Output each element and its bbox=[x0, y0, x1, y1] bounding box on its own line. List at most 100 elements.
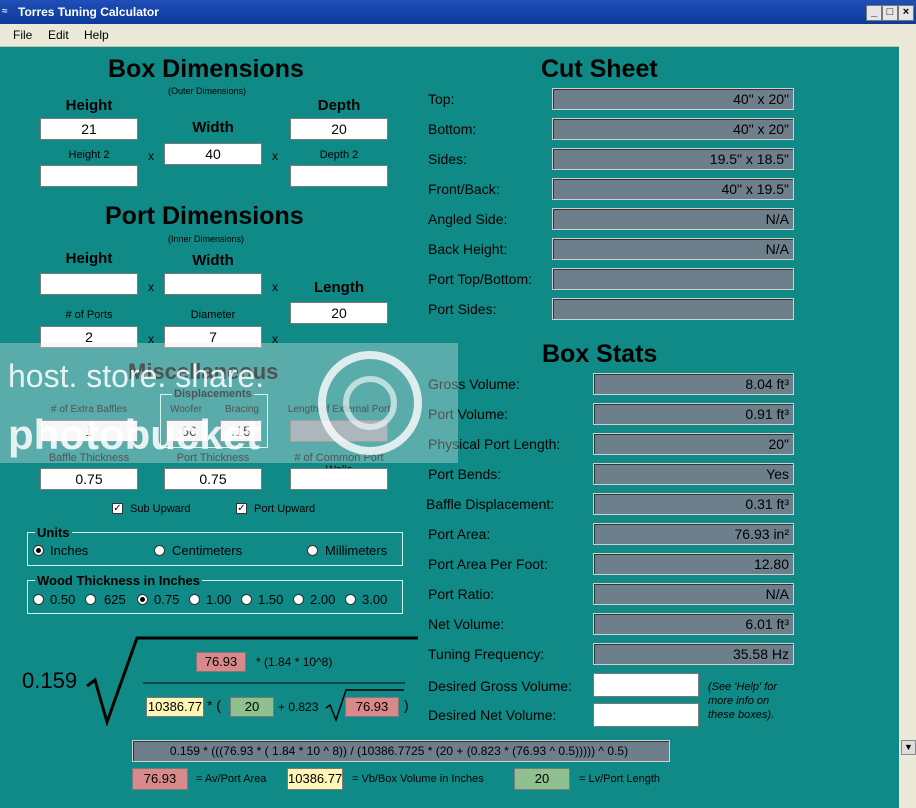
port-height-input[interactable] bbox=[40, 273, 138, 295]
cut-row-label: Bottom: bbox=[428, 121, 477, 137]
units-title: Units bbox=[35, 525, 72, 540]
box-width-input[interactable]: 40 bbox=[164, 143, 262, 165]
port-length-input[interactable]: 20 bbox=[290, 302, 388, 324]
box-depth2-input[interactable] bbox=[290, 165, 388, 187]
formula-expression-box: 0.159 * (((76.93 * ( 1.84 * 10 ^ 8)) / (… bbox=[132, 740, 670, 762]
port-width-input[interactable] bbox=[164, 273, 262, 295]
wood-100-radio[interactable] bbox=[189, 594, 200, 605]
port-dimensions-subtitle: (Inner Dimensions) bbox=[168, 234, 245, 244]
wood-050-radio[interactable] bbox=[33, 594, 44, 605]
cut-row-label: Top: bbox=[428, 91, 455, 107]
formula-av2-box: 76.93 bbox=[345, 697, 399, 717]
stat-row-value: 12.80 bbox=[593, 553, 794, 575]
wood-625-radio[interactable] bbox=[85, 594, 96, 605]
sub-upward-checkbox[interactable]: ✓ bbox=[112, 503, 123, 514]
menu-bar: File Edit Help bbox=[0, 24, 916, 47]
units-centimeters-label: Centimeters bbox=[172, 543, 243, 558]
maximize-button[interactable]: □ bbox=[882, 5, 898, 21]
stat-row-value: 20" bbox=[593, 433, 794, 455]
box-height-input[interactable]: 21 bbox=[40, 118, 138, 140]
close-button[interactable]: × bbox=[898, 5, 914, 21]
cut-row-value: 40" x 20" bbox=[552, 118, 794, 140]
legend-vb-box: 10386.77 bbox=[287, 768, 343, 790]
cut-row-value: 40" x 20" bbox=[552, 88, 794, 110]
cut-row-value: 19.5" x 18.5" bbox=[552, 148, 794, 170]
formula-star-paren: * ( bbox=[207, 697, 221, 713]
cut-row-label: Angled Side: bbox=[428, 211, 508, 227]
cut-sheet-title: Cut Sheet bbox=[541, 55, 658, 83]
common-port-walls-input[interactable] bbox=[290, 468, 388, 490]
wood-150-radio[interactable] bbox=[241, 594, 252, 605]
formula-av-box: 76.93 bbox=[196, 652, 246, 672]
times-sign: x bbox=[148, 280, 154, 294]
port-height-label: Height bbox=[65, 250, 113, 267]
times-sign: x bbox=[148, 149, 154, 163]
diameter-label: Diameter bbox=[190, 309, 236, 321]
formula-plus-coef: + 0.823 bbox=[278, 700, 319, 714]
wood-075-label: 0.75 bbox=[154, 592, 180, 607]
wood-150-label: 1.50 bbox=[258, 592, 284, 607]
formula-lv-box: 20 bbox=[230, 697, 274, 717]
stat-row-value: 0.91 ft³ bbox=[593, 403, 794, 425]
wood-300-radio[interactable] bbox=[345, 594, 356, 605]
port-upward-label: Port Upward bbox=[254, 503, 316, 515]
desired-net-input[interactable] bbox=[593, 703, 699, 727]
scroll-down-icon[interactable]: ▼ bbox=[901, 740, 916, 755]
wood-200-label: 2.00 bbox=[310, 592, 336, 607]
wood-300-label: 3.00 bbox=[362, 592, 388, 607]
ports-count-label: # of Ports bbox=[65, 309, 113, 321]
sub-upward-label: Sub Upward bbox=[130, 503, 191, 515]
stat-row-label: Port Bends: bbox=[428, 466, 502, 482]
cut-row-value: N/A bbox=[552, 208, 794, 230]
legend-vb-label: = Vb/Box Volume in Inches bbox=[352, 773, 484, 785]
box-height-label: Height bbox=[65, 97, 113, 114]
window-title: Torres Tuning Calculator bbox=[18, 5, 159, 19]
box-width-label: Width bbox=[192, 119, 234, 136]
cut-row-value: N/A bbox=[552, 238, 794, 260]
port-dimensions-title: Port Dimensions bbox=[105, 202, 304, 230]
watermark-brand: photobucket bbox=[8, 411, 260, 458]
cut-row-label: Back Height: bbox=[428, 241, 508, 257]
minimize-button[interactable]: _ bbox=[866, 5, 882, 21]
box-dimensions-title: Box Dimensions bbox=[108, 55, 304, 83]
legend-av-label: = Av/Port Area bbox=[196, 773, 267, 785]
stat-row-value: 0.31 ft³ bbox=[593, 493, 794, 515]
menu-edit[interactable]: Edit bbox=[48, 28, 69, 42]
formula-coefficient: 0.159 bbox=[22, 668, 78, 693]
stat-row-label: Net Volume: bbox=[428, 616, 505, 632]
port-width-label: Width bbox=[192, 252, 234, 269]
units-millimeters-radio[interactable] bbox=[307, 545, 318, 556]
units-inches-radio[interactable] bbox=[33, 545, 44, 556]
title-bar: ≈ Torres Tuning Calculator _ □ × bbox=[0, 0, 916, 24]
cut-row-label: Sides: bbox=[428, 151, 467, 167]
menu-file[interactable]: File bbox=[13, 28, 32, 42]
wood-050-label: 0.50 bbox=[50, 592, 76, 607]
formula-vb-box: 10386.77 bbox=[146, 697, 204, 717]
box-height2-input[interactable] bbox=[40, 165, 138, 187]
stat-row-value: Yes bbox=[593, 463, 794, 485]
help-note: (See 'Help' for more info on these boxes… bbox=[708, 681, 778, 721]
desired-gross-input[interactable] bbox=[593, 673, 699, 697]
port-upward-checkbox[interactable]: ✓ bbox=[236, 503, 247, 514]
stat-row-value: 76.93 in² bbox=[593, 523, 794, 545]
box-stats-title: Box Stats bbox=[542, 340, 658, 368]
wood-075-radio[interactable] bbox=[137, 594, 148, 605]
watermark-text: host. store. share. bbox=[8, 358, 265, 394]
box-depth-label: Depth bbox=[317, 97, 361, 114]
stat-row-value: 35.58 Hz bbox=[593, 643, 794, 665]
wood-200-radio[interactable] bbox=[293, 594, 304, 605]
formula-numerator-tail: * (1.84 * 10^8) bbox=[256, 655, 333, 669]
box-depth-input[interactable]: 20 bbox=[290, 118, 388, 140]
port-thickness-input[interactable]: 0.75 bbox=[164, 468, 262, 490]
formula-close-paren: ) bbox=[404, 697, 409, 713]
units-centimeters-radio[interactable] bbox=[154, 545, 165, 556]
app-icon: ≈ bbox=[2, 6, 8, 17]
menu-help[interactable]: Help bbox=[84, 28, 109, 42]
stat-row-label: Baffle Displacement: bbox=[426, 496, 555, 512]
box-dimensions-subtitle: (Outer Dimensions) bbox=[168, 86, 247, 96]
box-height2-label: Height 2 bbox=[68, 149, 110, 161]
vertical-scrollbar[interactable]: ▼ bbox=[899, 46, 916, 808]
times-sign: x bbox=[272, 280, 278, 294]
baffle-thickness-input[interactable]: 0.75 bbox=[40, 468, 138, 490]
desired-net-label: Desired Net Volume: bbox=[428, 707, 557, 723]
